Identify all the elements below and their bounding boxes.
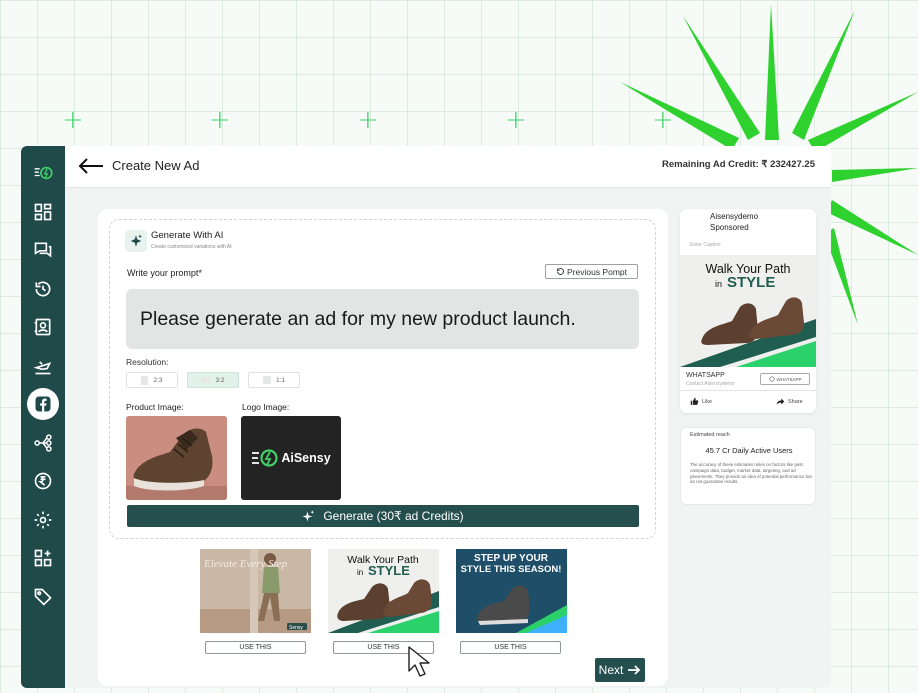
remaining-credit: Remaining Ad Credit: ₹ 232427.25 (662, 159, 815, 170)
logo-text: AiSensy (281, 451, 331, 465)
previous-prompt-button[interactable]: Previous Pompt (545, 264, 638, 279)
estimated-reach-card: Estimated reach 45.7 Cr Daily Active Use… (680, 427, 816, 505)
preview-whatsapp-button: WHATSAPP (760, 373, 810, 385)
previous-prompt-label: Previous Pompt (567, 266, 627, 277)
app-window: Create New Ad Remaining Ad Credit: ₹ 232… (65, 146, 831, 688)
sparkle-icon (125, 230, 147, 252)
generate-with-ai-panel: Generate With AI Create customized varia… (109, 219, 656, 539)
grid-plus-icon: + (652, 105, 674, 135)
grid-plus-icon: + (62, 105, 84, 135)
svg-text:Elevate Every Step: Elevate Every Step (203, 558, 288, 570)
grid-plus-icon: + (209, 105, 231, 135)
svg-text:STYLE THIS SEASON!: STYLE THIS SEASON! (461, 564, 562, 575)
product-image-label: Product Image: (126, 402, 184, 412)
svg-text:STYLE: STYLE (368, 563, 410, 578)
resolution-option-2-3[interactable]: 2:3 (126, 372, 178, 388)
variant-image-2[interactable]: Walk Your Path in STYLE (328, 549, 439, 633)
use-this-button-3[interactable]: USE THIS (460, 641, 561, 654)
share-arrow-icon (776, 398, 785, 405)
chat-icon[interactable] (21, 231, 65, 270)
top-bar: Create New Ad Remaining Ad Credit: ₹ 232… (65, 146, 831, 188)
next-button[interactable]: Next (595, 658, 645, 682)
generate-button[interactable]: Generate (30₹ ad Credits) (127, 505, 639, 527)
svg-text:in: in (715, 279, 722, 289)
divider (680, 390, 816, 391)
use-this-button-1[interactable]: USE THIS (205, 641, 306, 654)
preview-share: Share (776, 397, 803, 406)
landscape-icon (201, 377, 211, 383)
sparkle-icon (302, 510, 315, 521)
arrow-right-icon (628, 665, 641, 675)
generate-button-label: Generate (30₹ ad Credits) (323, 509, 464, 523)
preview-sponsored: Sponsored (710, 223, 749, 232)
facebook-icon[interactable] (21, 385, 65, 424)
back-arrow-icon[interactable] (77, 156, 105, 176)
flow-icon[interactable] (21, 424, 65, 463)
ad-preview-card: Aisensydemo Sponsored Enter Caption Walk… (680, 209, 816, 413)
svg-text:Sensy: Sensy (289, 625, 303, 631)
square-icon (262, 376, 271, 384)
svg-text:STYLE: STYLE (727, 274, 775, 291)
integrations-icon[interactable] (21, 539, 65, 578)
rupee-icon[interactable] (21, 462, 65, 501)
prompt-label: Write your prompt* (127, 268, 202, 278)
preview-cta-contact: Contact Aisensydemo (686, 381, 735, 387)
panel-subtitle: Create customized variations with AI (151, 244, 232, 250)
preview-caption: Enter Caption (690, 242, 721, 248)
variant-image-3[interactable]: STEP UP YOUR STYLE THIS SEASON! (456, 549, 567, 633)
history-icon[interactable] (21, 270, 65, 309)
contacts-icon[interactable] (21, 308, 65, 347)
aisensy-logo-icon (252, 449, 278, 467)
logo-image-upload[interactable]: AiSensy (241, 416, 341, 500)
grid-plus-icon: + (505, 105, 527, 135)
product-image-upload[interactable] (126, 416, 227, 500)
mouse-cursor-icon (408, 646, 430, 677)
aisensy-logo-icon[interactable] (21, 154, 65, 193)
next-button-label: Next (598, 663, 624, 677)
resolution-option-1-1[interactable]: 1:1 (248, 372, 300, 388)
reach-disclaimer: The accuracy of these estimates relies o… (690, 462, 812, 485)
prompt-input[interactable]: Please generate an ad for my new product… (126, 289, 639, 349)
resolution-label: Resolution: (126, 357, 169, 367)
thumbs-up-icon (690, 397, 699, 405)
page-title: Create New Ad (112, 158, 200, 173)
portrait-icon (141, 375, 149, 385)
reach-label: Estimated reach (690, 432, 730, 438)
sidebar (21, 146, 65, 688)
settings-icon[interactable] (21, 501, 65, 540)
history-icon (557, 268, 564, 275)
variant-image-1[interactable]: Sensy Elevate Every Step (200, 549, 311, 633)
broadcast-icon[interactable] (21, 347, 65, 386)
panel-title: Generate With AI (151, 230, 224, 241)
tag-icon[interactable] (21, 578, 65, 617)
preview-like: Like (690, 397, 712, 406)
svg-text:in: in (357, 568, 363, 577)
create-ad-card: Generate With AI Create customized varia… (98, 209, 668, 686)
grid-plus-icon: + (357, 105, 379, 135)
reach-value: 45.7 Cr Daily Active Users (705, 446, 793, 455)
dashboard-grid-icon[interactable] (21, 193, 65, 232)
whatsapp-icon (768, 376, 775, 382)
preview-brand: Aisensydemo (710, 212, 759, 221)
resolution-option-3-2[interactable]: 3:2 (187, 372, 239, 388)
logo-image-label: Logo Image: (242, 402, 290, 412)
svg-text:STEP UP YOUR: STEP UP YOUR (474, 553, 549, 564)
preview-cta-title: WHATSAPP (686, 372, 725, 379)
preview-ad-image: Walk Your Path in STYLE (680, 255, 816, 367)
